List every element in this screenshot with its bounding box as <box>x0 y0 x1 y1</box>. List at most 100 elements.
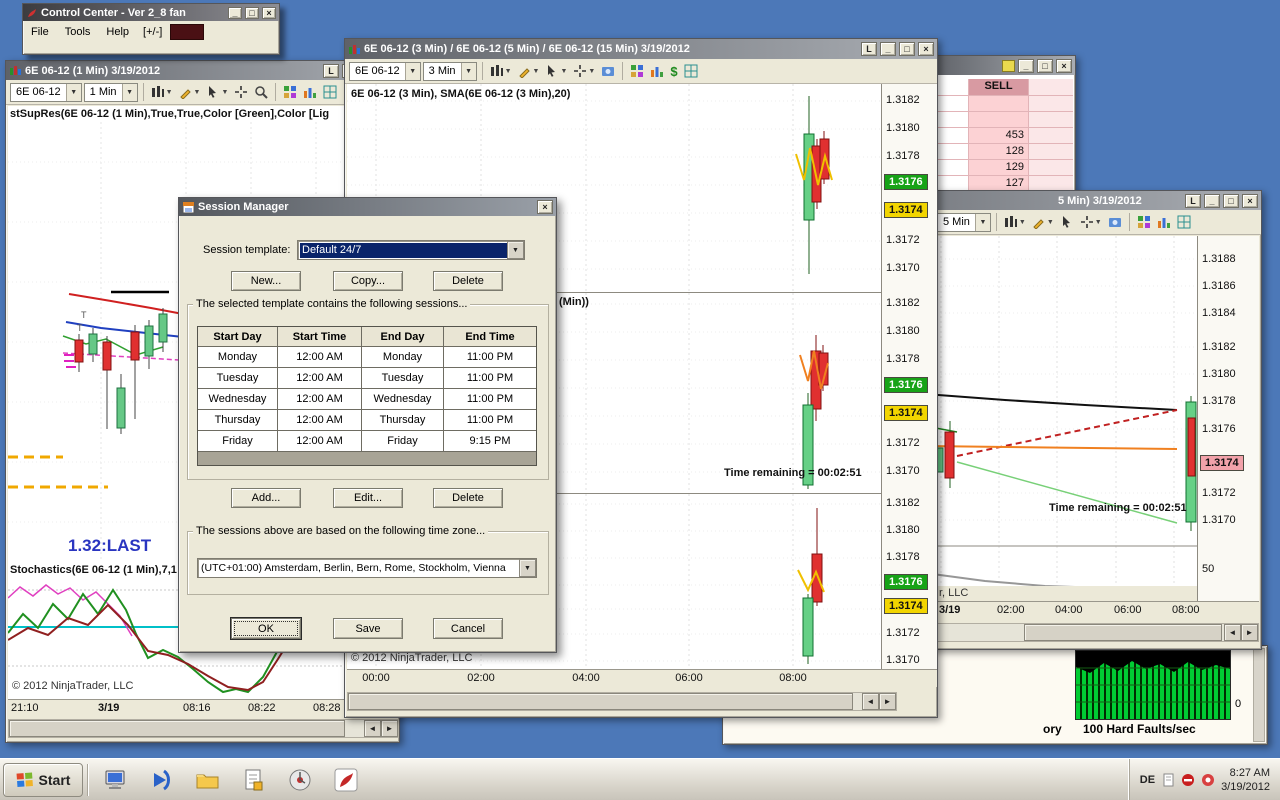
crosshair-icon[interactable]: ▼ <box>1078 212 1104 233</box>
resource-scrollbar[interactable] <box>1253 648 1265 742</box>
chart3-titlebar[interactable]: 6E 06-12 (3 Min) / 6E 06-12 (5 Min) / 6E… <box>345 39 937 59</box>
chart-style-icon[interactable]: ▼ <box>149 82 175 103</box>
start-button[interactable]: Start <box>3 762 83 797</box>
quicklaunch-document[interactable] <box>231 762 277 798</box>
copy-button[interactable]: Copy... <box>333 271 403 291</box>
timezone-combo[interactable]: (UTC+01:00) Amsterdam, Berlin, Bern, Rom… <box>197 558 537 578</box>
snapshot-icon[interactable] <box>1106 212 1124 233</box>
chevron-down-icon[interactable]: ▼ <box>519 559 536 577</box>
scroll-right-icon[interactable]: ► <box>381 720 398 737</box>
table-row[interactable]: Thursday 12:00 AM Thursday 11:00 PM <box>198 410 536 431</box>
maximize-button[interactable]: □ <box>1223 193 1239 208</box>
snapshot-icon[interactable] <box>599 61 617 82</box>
interval-selector[interactable]: 1 Min ▼ <box>83 82 138 102</box>
tray-page-icon[interactable] <box>1161 773 1175 787</box>
scroll-right-icon[interactable]: ► <box>1241 624 1258 641</box>
delete-template-button[interactable]: Delete <box>433 271 503 291</box>
ok-button[interactable]: OK <box>231 618 301 639</box>
chart15-price-axis[interactable]: 1.3188 1.3186 1.3184 1.3182 1.3180 1.317… <box>1197 236 1259 601</box>
instrument-selector[interactable]: 6E 06-12 ▼ <box>349 61 421 81</box>
maximize-button[interactable]: □ <box>245 6 259 19</box>
quicklaunch-ninjatrader[interactable] <box>323 762 369 798</box>
chart-style-icon[interactable]: ▼ <box>1002 212 1028 233</box>
maximize-button[interactable]: □ <box>899 42 915 56</box>
chart-wizard-icon[interactable] <box>1155 212 1173 233</box>
tray-alert-icon[interactable] <box>1201 773 1215 787</box>
dom-row[interactable]: 129 <box>933 160 1073 176</box>
cursor-icon[interactable]: ▼ <box>543 61 569 82</box>
dollar-icon[interactable]: $ <box>668 61 679 82</box>
chart-style-icon[interactable]: ▼ <box>488 61 514 82</box>
quicklaunch-clock[interactable] <box>277 762 323 798</box>
scroll-left-icon[interactable]: ◄ <box>364 720 381 737</box>
session-manager-titlebar[interactable]: Session Manager × <box>179 198 556 216</box>
close-button[interactable]: × <box>1056 58 1072 73</box>
column-header[interactable]: Start Time <box>278 327 362 347</box>
add-button[interactable]: Add... <box>231 488 301 508</box>
interval-selector[interactable]: 3 Min ▼ <box>422 61 477 81</box>
interval-selector[interactable]: 5 Min ▼ <box>937 212 991 232</box>
close-icon[interactable]: × <box>537 200 553 214</box>
menu-file[interactable]: File <box>23 24 57 40</box>
chart3-scrollbar[interactable]: ◄ ► <box>347 692 897 711</box>
delete-session-button[interactable]: Delete <box>433 488 503 508</box>
table-row[interactable]: Friday 12:00 AM Friday 9:15 PM <box>198 431 536 452</box>
quicklaunch-computer[interactable] <box>93 762 139 798</box>
close-button[interactable]: × <box>1242 193 1258 208</box>
chart1-titlebar[interactable]: 6E 06-12 (1 Min) 3/19/2012 L _ □ × <box>6 61 399 80</box>
chart1-scrollbar[interactable]: ◄ ► <box>8 719 399 738</box>
scroll-left-icon[interactable]: ◄ <box>1224 624 1241 641</box>
drawing-tools-icon[interactable]: ▼ <box>1030 212 1056 233</box>
dom-row[interactable]: 128 <box>933 144 1073 160</box>
crosshair-icon[interactable] <box>232 82 250 103</box>
cancel-button[interactable]: Cancel <box>433 618 503 639</box>
dom-row[interactable]: 453 <box>933 128 1073 144</box>
link-button[interactable]: L <box>323 63 339 78</box>
indicators-icon[interactable] <box>281 82 299 103</box>
chart3-price-axis[interactable]: 1.3182 1.3180 1.3178 1.3176 1.3174 1.317… <box>881 84 937 669</box>
column-header[interactable]: Start Day <box>198 327 278 347</box>
save-button[interactable]: Save <box>333 618 403 639</box>
sessions-table[interactable]: Start Day Start Time End Day End Time Mo… <box>197 326 537 466</box>
minimize-button[interactable]: _ <box>1204 193 1220 208</box>
minimize-button[interactable]: _ <box>1018 58 1034 73</box>
chart-wizard-icon[interactable] <box>648 61 666 82</box>
cursor-icon[interactable]: ▼ <box>204 82 230 103</box>
dom-row[interactable] <box>933 112 1073 128</box>
chevron-down-icon[interactable]: ▼ <box>507 241 524 259</box>
drawing-tools-icon[interactable]: ▼ <box>177 82 203 103</box>
table-row[interactable]: Wednesday 12:00 AM Wednesday 11:00 PM <box>198 389 536 410</box>
column-header[interactable]: End Time <box>444 327 536 347</box>
drawing-tools-icon[interactable]: ▼ <box>516 61 542 82</box>
quicklaunch-messenger[interactable] <box>139 762 185 798</box>
indicators-icon[interactable] <box>628 61 646 82</box>
table-row[interactable]: Monday 12:00 AM Monday 11:00 PM <box>198 347 536 368</box>
indicators-icon[interactable] <box>1135 212 1153 233</box>
crosshair-icon[interactable]: ▼ <box>571 61 597 82</box>
scroll-left-icon[interactable]: ◄ <box>862 693 879 710</box>
menu-plus-minus[interactable]: [+/-] <box>137 24 168 40</box>
dom-row[interactable] <box>933 96 1073 112</box>
cursor-icon[interactable] <box>1058 212 1076 233</box>
tray-no-entry-icon[interactable] <box>1181 773 1195 787</box>
minimize-button[interactable]: _ <box>228 6 242 19</box>
zoom-icon[interactable] <box>252 82 270 103</box>
menu-help[interactable]: Help <box>98 24 137 40</box>
tray-clock[interactable]: 8:27 AM 3/19/2012 <box>1221 766 1270 794</box>
control-center-titlebar[interactable]: Control Center - Ver 2_8 fan _ □ × <box>23 4 279 21</box>
menu-tools[interactable]: Tools <box>57 24 99 40</box>
instrument-selector[interactable]: 6E 06-12 ▼ <box>10 82 82 102</box>
column-header[interactable]: End Day <box>362 327 444 347</box>
scrollbar-thumb[interactable] <box>1024 624 1222 641</box>
minimize-button[interactable]: _ <box>880 42 896 56</box>
maximize-button[interactable]: □ <box>1037 58 1053 73</box>
quicklaunch-folder[interactable] <box>185 762 231 798</box>
superdom-titlebar[interactable]: _ □ × <box>931 56 1075 75</box>
chart-wizard-icon[interactable] <box>301 82 319 103</box>
session-template-combo[interactable]: Default 24/7 ▼ <box>297 240 525 260</box>
close-button[interactable]: × <box>918 42 934 56</box>
scrollbar-thumb[interactable] <box>9 720 345 737</box>
scrollbar-thumb[interactable] <box>348 693 853 710</box>
scroll-right-icon[interactable]: ► <box>879 693 896 710</box>
data-grid-icon[interactable] <box>321 82 339 103</box>
